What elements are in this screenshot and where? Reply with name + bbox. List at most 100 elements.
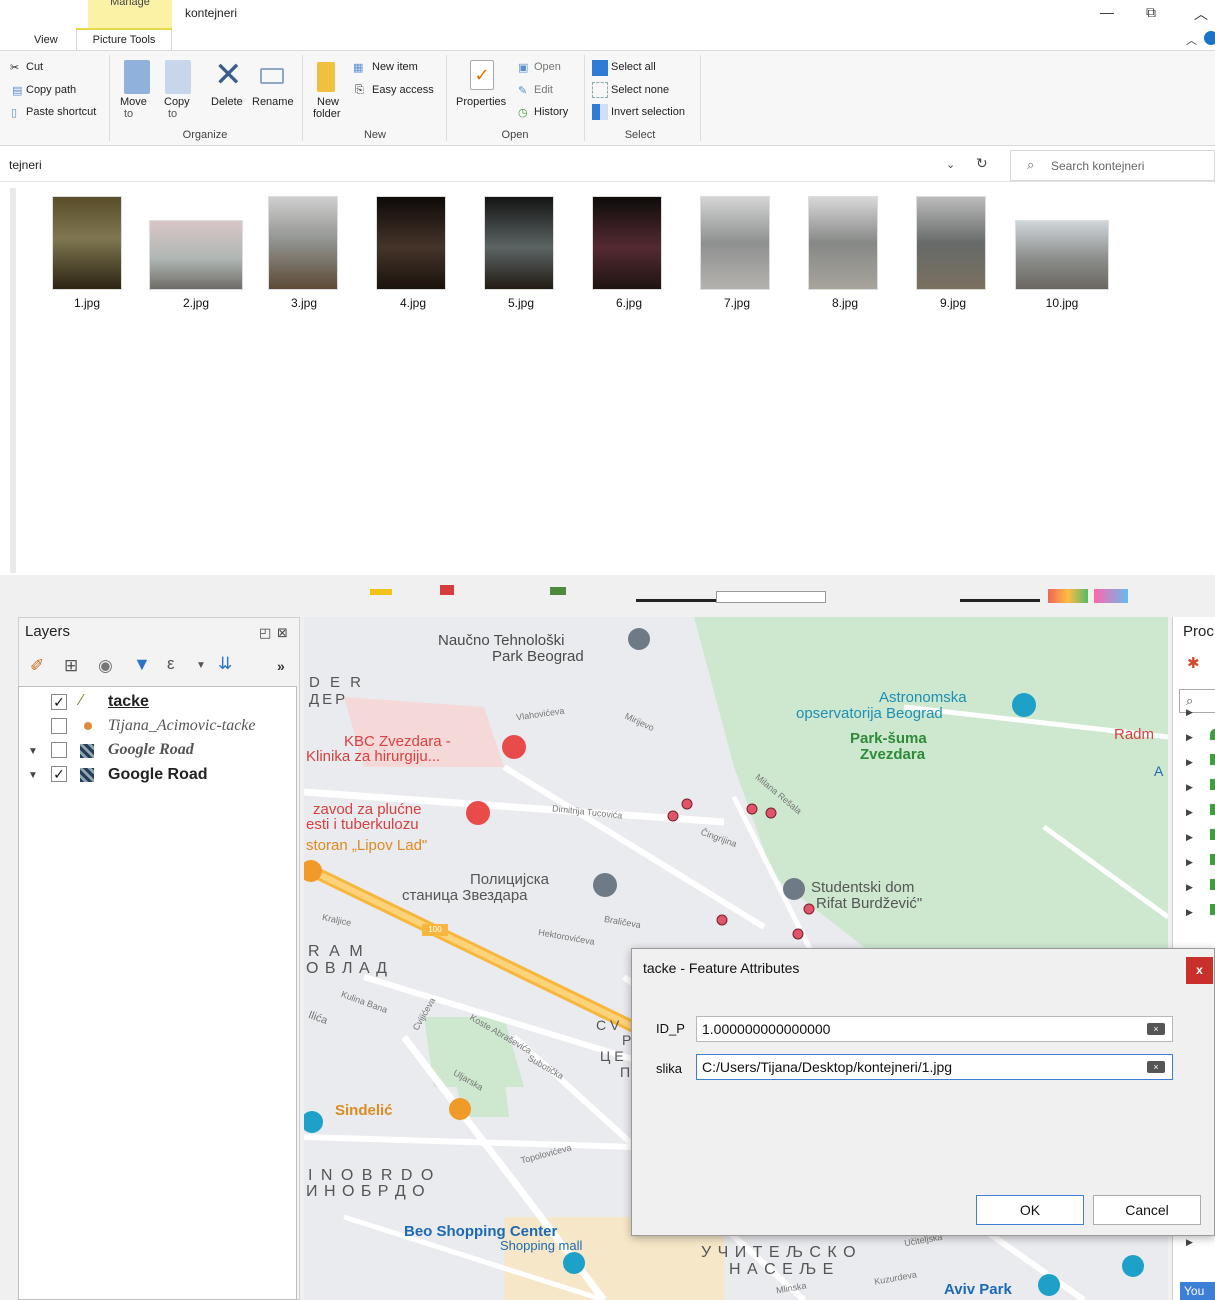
search-input[interactable]: ⌕ Search kontejneri (1010, 150, 1215, 181)
file-name: 10.jpg (1045, 296, 1079, 310)
expand-arrow-icon[interactable]: ▼ (28, 770, 38, 781)
map-label: Полицијска (470, 871, 549, 888)
float-panel-icon[interactable]: ◰ (259, 625, 271, 641)
add-group-icon[interactable]: ⊞ (64, 656, 78, 676)
layers-panel-title: Layers (25, 623, 71, 640)
more-tools-icon[interactable]: » (277, 658, 285, 674)
paste-shortcut-icon: ▯ (11, 107, 18, 119)
ribbon-separator (584, 55, 585, 141)
invert-selection-icon (592, 104, 608, 120)
copy-path-button[interactable]: Copy path (26, 84, 76, 96)
id-p-field[interactable]: 1.000000000000000 × (696, 1016, 1173, 1042)
map-label: storan „Lipov Lad" (306, 837, 428, 854)
address-path: tejneri (9, 158, 42, 172)
ribbon-separator (302, 55, 303, 141)
file-name: 4.jpg (399, 296, 427, 310)
toolbar-icon[interactable] (1048, 589, 1088, 603)
clear-field-icon[interactable]: × (1147, 1061, 1165, 1073)
layer-visibility-checkbox[interactable]: ✓ (51, 694, 67, 710)
map-label: C V (596, 1017, 620, 1033)
map-label: Sindelić (335, 1102, 393, 1119)
gears-icon[interactable]: ✱ (1187, 654, 1200, 672)
minimize-icon[interactable]: — (1100, 4, 1114, 20)
toolbar-icon[interactable] (636, 599, 716, 602)
select-none-button[interactable]: Select none (611, 84, 669, 96)
history-icon: ◷ (518, 107, 528, 119)
rename-icon (260, 68, 284, 84)
edit-icon: ✎ (518, 85, 528, 97)
properties-button[interactable]: Properties (456, 96, 506, 108)
tab-picture-tools[interactable]: Picture Tools (76, 28, 172, 50)
toolbar-icon[interactable] (550, 587, 566, 595)
toolbar-icon[interactable] (960, 599, 1040, 602)
clear-field-icon[interactable]: × (1147, 1023, 1165, 1035)
move-to-button[interactable]: Move (120, 96, 147, 108)
expand-arrow-icon[interactable]: ▶ (1186, 1237, 1193, 1248)
map-label: Naučno Tehnološki (438, 632, 565, 649)
toolbar-input[interactable] (716, 591, 826, 603)
copy-to-button[interactable]: Copy (164, 96, 190, 108)
easy-access-button[interactable]: Easy access (372, 84, 434, 96)
field-label-id-p: ID_P (656, 1021, 685, 1036)
slika-field[interactable]: C:/Users/Tijana/Desktop/kontejneri/1.jpg… (696, 1054, 1173, 1080)
history-button[interactable]: History (534, 106, 568, 118)
select-all-button[interactable]: Select all (611, 61, 656, 73)
map-label: Park-šuma (850, 730, 927, 747)
refresh-icon[interactable]: ↻ (976, 155, 988, 172)
help-icon[interactable] (1204, 31, 1215, 45)
open-group-label: Open (501, 129, 529, 141)
organize-group-label: Organize (182, 129, 228, 141)
thumbnail-image (377, 197, 445, 289)
tab-view[interactable]: View (34, 34, 58, 46)
edit-button[interactable]: Edit (534, 84, 553, 96)
file-name: 2.jpg (182, 296, 210, 310)
new-folder-button[interactable]: New (317, 96, 339, 108)
expand-all-icon[interactable]: ⇊ (218, 654, 232, 674)
open-button[interactable]: Open (534, 61, 561, 73)
chevron-up-icon[interactable]: ︿ (1186, 32, 1197, 48)
thumbnail-image (593, 197, 661, 289)
copy-path-icon: ▤ (12, 85, 23, 97)
expression-filter-icon[interactable]: ε (167, 654, 175, 674)
style-brush-icon[interactable]: ✐ (30, 656, 44, 676)
layer-name-tacke[interactable]: tacke (108, 693, 149, 711)
collapse-ribbon-icon[interactable]: ︿ (1194, 4, 1208, 24)
cancel-button[interactable]: Cancel (1093, 1195, 1201, 1225)
layer-name-google-road[interactable]: Google Road (108, 741, 194, 759)
close-panel-icon[interactable]: ⊠ (277, 625, 288, 641)
layer-visibility-checkbox[interactable] (51, 742, 67, 758)
expand-arrow-icon[interactable]: ▶ ▶ ▶ ▶ ▶ ▶ ▶ ▶ ▶ (1186, 700, 1193, 925)
status-notification[interactable]: You (1180, 1282, 1215, 1300)
manage-tab[interactable]: Manage (88, 0, 172, 28)
visibility-eye-icon[interactable]: ◉ (98, 656, 113, 676)
copy-to-icon (165, 60, 191, 94)
new-item-button[interactable]: New item (372, 61, 418, 73)
layer-visibility-checkbox[interactable] (51, 718, 67, 734)
layer-visibility-checkbox[interactable]: ✓ (51, 766, 67, 782)
expand-arrow-icon[interactable]: ▼ (28, 746, 38, 757)
restore-icon[interactable]: ⧉ (1146, 4, 1156, 21)
delete-button[interactable]: Delete (211, 96, 243, 108)
chevron-down-icon[interactable]: ▼ (196, 660, 206, 671)
thumbnail-image (53, 197, 121, 289)
file-name: 3.jpg (290, 296, 318, 310)
ok-button[interactable]: OK (976, 1195, 1084, 1225)
toolbar-icon[interactable] (370, 589, 392, 595)
processing-panel-title: Proc (1183, 623, 1214, 640)
toolbar-icon[interactable] (440, 585, 454, 595)
map-label: Park Beograd (492, 648, 584, 665)
field-label-slika: slika (656, 1061, 683, 1076)
chevron-down-icon[interactable]: ⌄ (946, 158, 955, 171)
rename-button[interactable]: Rename (252, 96, 294, 108)
map-label: И Н О Б Р Д О (306, 1183, 426, 1200)
filter-icon[interactable]: ▼ (133, 654, 151, 675)
invert-selection-button[interactable]: Invert selection (611, 106, 685, 118)
layer-name-tijana[interactable]: Tijana_Acimovic-tacke (108, 717, 256, 735)
layer-name-google-road[interactable]: Google Road (108, 766, 208, 784)
cut-button[interactable]: Cut (26, 61, 43, 73)
easy-access-icon: ⎘ (355, 84, 364, 96)
toolbar-icon[interactable] (1094, 589, 1128, 603)
close-icon[interactable]: x (1186, 957, 1213, 984)
paste-shortcut-button[interactable]: Paste shortcut (26, 106, 96, 118)
new-folder-icon (317, 62, 335, 92)
